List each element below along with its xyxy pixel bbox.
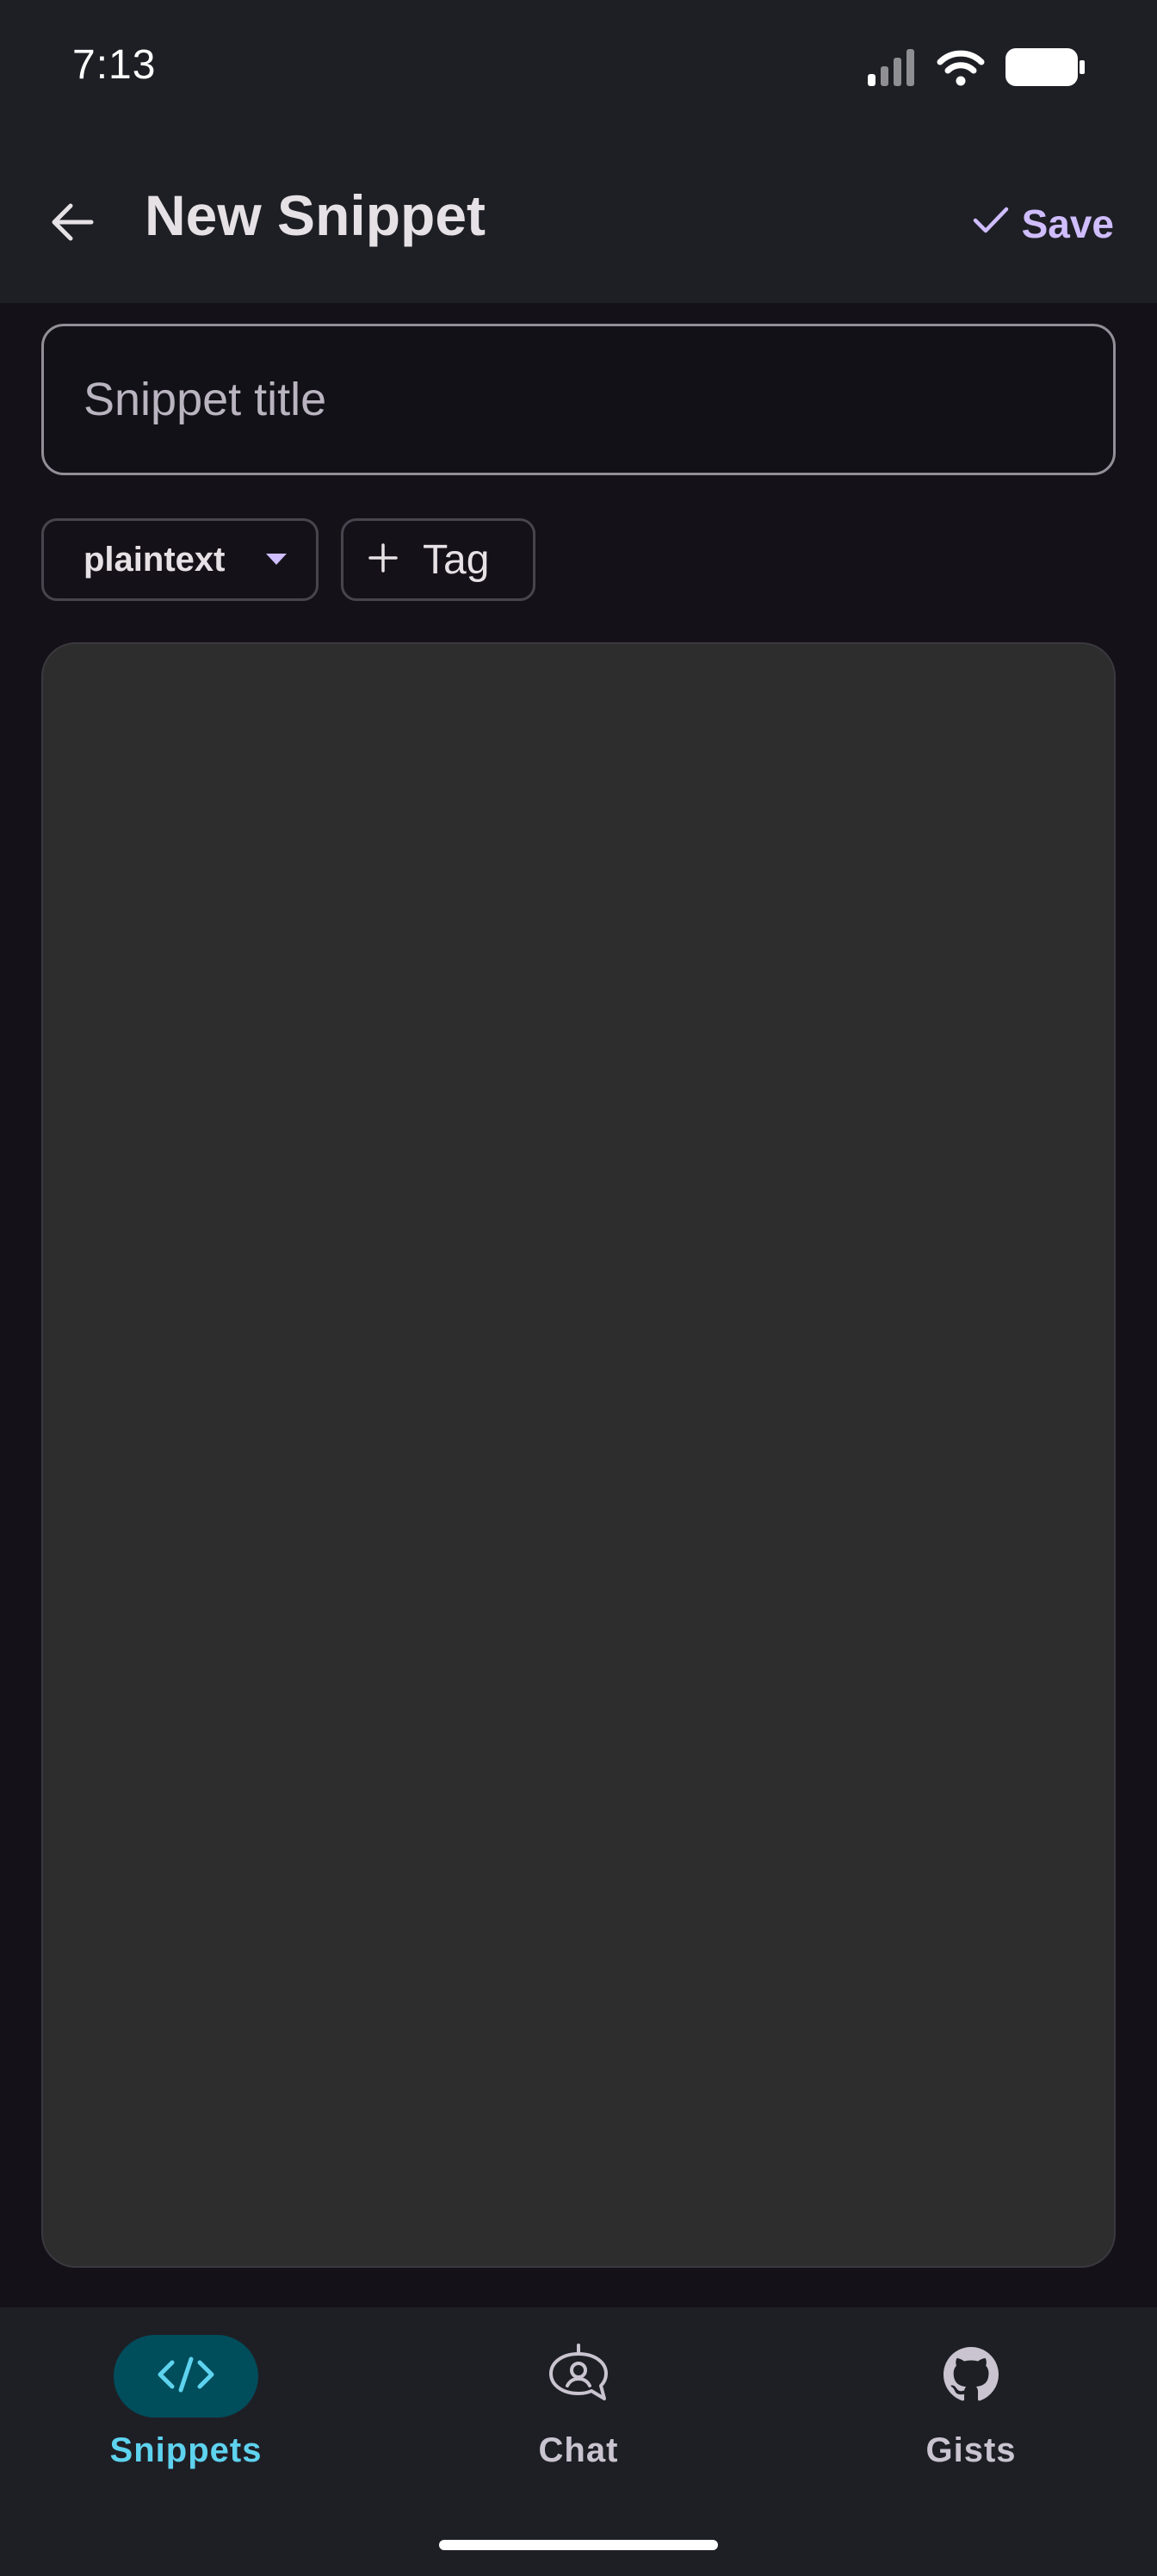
status-bar: 7:13 — [0, 0, 1157, 138]
bottom-navigation: Snippets Chat Gists — [0, 2307, 1157, 2576]
code-icon — [155, 2354, 217, 2400]
code-editor[interactable] — [41, 642, 1116, 2268]
status-time: 7:13 — [72, 42, 157, 88]
check-icon — [972, 201, 1010, 248]
app-bar: New Snippet Save — [0, 138, 1157, 303]
tag-label: Tag — [423, 536, 490, 583]
github-icon — [944, 2346, 999, 2406]
nav-item-gists[interactable]: Gists — [842, 2335, 1100, 2486]
nav-indicator-gists — [899, 2335, 1043, 2418]
snippet-title-input[interactable] — [44, 326, 1113, 473]
page-title: New Snippet — [145, 183, 486, 247]
dropdown-arrow-icon — [266, 554, 287, 570]
plus-icon — [368, 542, 399, 578]
language-dropdown[interactable]: plaintext — [41, 518, 319, 601]
save-button[interactable]: Save — [972, 191, 1114, 257]
nav-indicator-snippets — [114, 2335, 258, 2418]
status-icons — [866, 45, 1085, 93]
chat-bot-icon — [546, 2342, 611, 2412]
language-label: plaintext — [84, 540, 226, 579]
nav-item-snippets[interactable]: Snippets — [57, 2335, 315, 2486]
arrow-left-icon — [48, 198, 96, 251]
home-indicator[interactable] — [439, 2540, 718, 2550]
wifi-icon — [937, 48, 985, 90]
add-tag-button[interactable]: Tag — [341, 518, 535, 601]
battery-icon — [1005, 47, 1085, 91]
nav-label-gists: Gists — [925, 2431, 1017, 2469]
nav-label-chat: Chat — [538, 2431, 619, 2469]
snippet-title-field[interactable] — [41, 324, 1116, 475]
nav-item-chat[interactable]: Chat — [449, 2335, 708, 2486]
nav-indicator-chat — [506, 2335, 651, 2418]
signal-icon — [866, 48, 916, 90]
save-label: Save — [1021, 201, 1114, 246]
back-button[interactable] — [38, 189, 107, 258]
nav-label-snippets: Snippets — [109, 2431, 263, 2469]
